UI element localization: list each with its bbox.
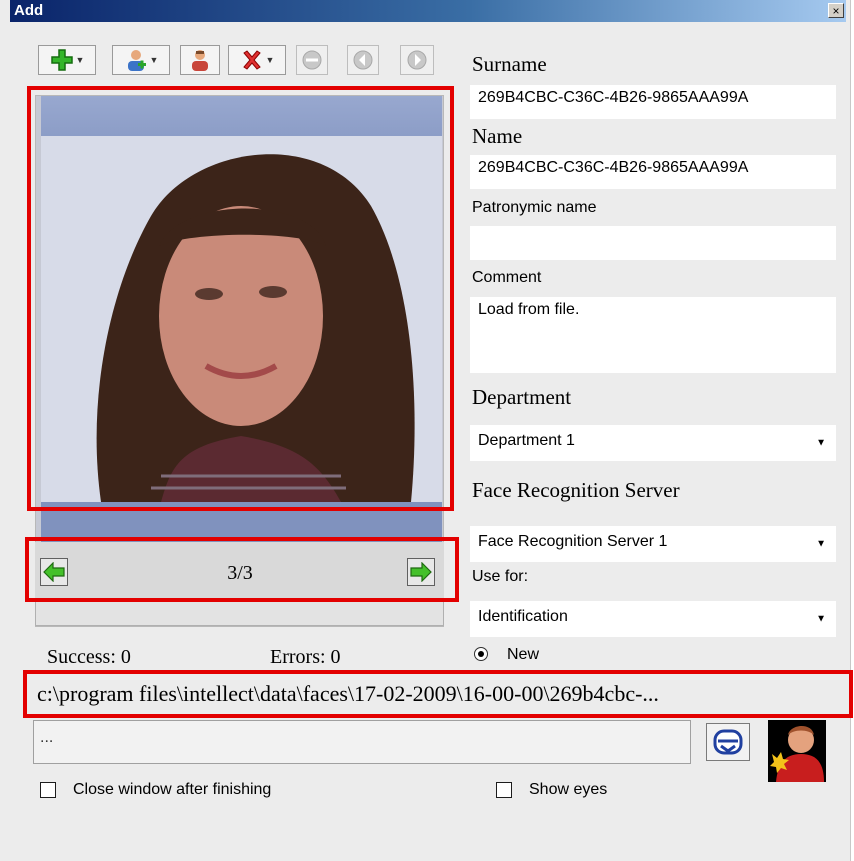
comment-field[interactable]: Load from file.: [470, 297, 836, 373]
back-button[interactable]: [347, 45, 379, 75]
delete-icon: [242, 50, 261, 70]
patronymic-label: Patronymic name: [472, 199, 597, 216]
name-label: Name: [472, 124, 523, 148]
photo-highlight: [27, 86, 454, 511]
remove-button[interactable]: [296, 45, 328, 75]
delete-button[interactable]: ▼: [228, 45, 286, 75]
window-title: Add: [14, 2, 44, 19]
edit-person-button[interactable]: [180, 45, 220, 75]
expand-button[interactable]: [706, 723, 750, 761]
add-person-icon: [127, 50, 146, 71]
server-label: Face Recognition Server: [472, 478, 680, 502]
surname-field[interactable]: 269B4CBC-C36C-4B26-9865AAA99A: [470, 85, 836, 119]
server-select[interactable]: Face Recognition Server 1 ▼: [470, 526, 836, 562]
back-icon: [353, 50, 373, 70]
use-for-label: Use for:: [472, 568, 529, 585]
chevron-down-icon: ▼: [816, 437, 826, 449]
server-value: Face Recognition Server 1: [478, 533, 668, 550]
department-label: Department: [472, 385, 572, 409]
close-button[interactable]: ×: [828, 3, 844, 18]
add-window: Add × ▼ ▼ ▼ 3/3 Surname 269B4CBC-C36C-4B…: [0, 0, 853, 861]
show-eyes-label: Show eyes: [529, 781, 608, 798]
forward-icon: [407, 50, 427, 70]
add-person-button[interactable]: ▼: [112, 45, 170, 75]
chevron-down-icon: ▼: [816, 613, 826, 625]
use-for-select[interactable]: Identification ▼: [470, 601, 836, 637]
department-value: Department 1: [478, 432, 575, 449]
surname-label: Surname: [472, 52, 547, 76]
progress-bar: [35, 598, 444, 626]
patronymic-field[interactable]: [470, 226, 836, 260]
show-eyes-checkbox[interactable]: [496, 782, 512, 798]
close-after-label: Close window after finishing: [73, 781, 272, 798]
new-radio[interactable]: [474, 647, 488, 661]
use-for-value: Identification: [478, 608, 568, 625]
chevron-down-icon: ▼: [816, 538, 826, 550]
name-field[interactable]: 269B4CBC-C36C-4B26-9865AAA99A: [470, 155, 836, 189]
person-avatar: [768, 720, 826, 782]
department-select[interactable]: Department 1 ▼: [470, 425, 836, 461]
close-after-checkbox[interactable]: [40, 782, 56, 798]
title-bar: Add ×: [10, 0, 846, 22]
nav-highlight: [25, 537, 459, 602]
forward-button[interactable]: [400, 45, 434, 75]
errors-count: Errors: 0: [270, 646, 341, 668]
expand-icon: [713, 729, 743, 755]
path-highlight: [23, 670, 853, 718]
person-icon: [192, 50, 208, 71]
add-button[interactable]: ▼: [38, 45, 96, 75]
success-count: Success: 0: [47, 646, 131, 668]
status-field[interactable]: ...: [33, 720, 691, 764]
remove-icon: [302, 50, 322, 70]
add-icon: [50, 49, 73, 71]
comment-label: Comment: [472, 269, 542, 286]
new-radio-label: New: [507, 646, 540, 663]
person-avatar-icon: [770, 725, 824, 782]
